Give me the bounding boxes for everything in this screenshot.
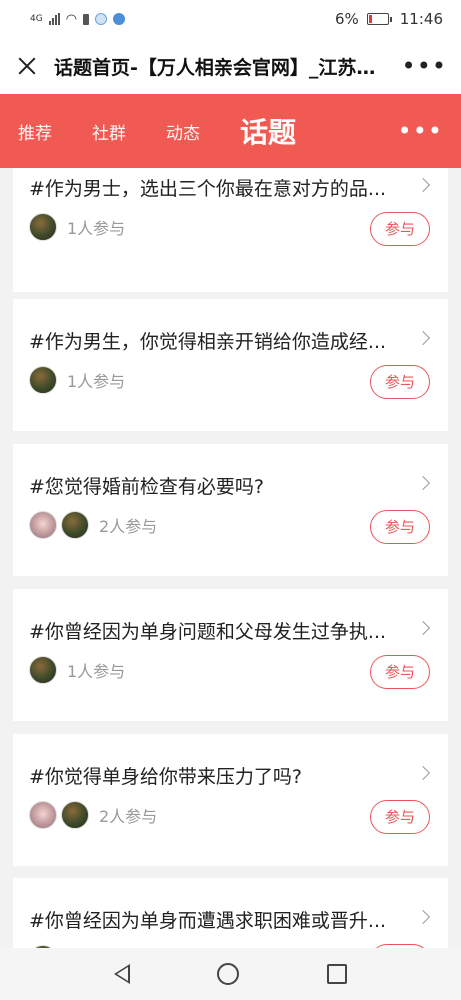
avatar [29,213,57,241]
app-notification-icon [95,13,108,25]
status-right: 6% 11:46 [335,10,443,28]
tab-community[interactable]: 社群 [92,119,126,144]
topic-title[interactable]: #作为男生，你觉得相亲开销给你造成经... [29,327,399,354]
section-nav: 推荐 社群 动态 话题 ••• [0,94,461,168]
avatar [29,801,57,829]
participant-count: 1人参与 [67,372,126,391]
avatar [29,366,57,394]
battery-percent: 6% [334,10,359,28]
chevron-right-icon [415,475,431,491]
join-button[interactable]: 参与 [370,800,430,834]
join-button[interactable]: 参与 [370,365,430,399]
topic-title[interactable]: #你曾经因为单身而遭遇求职困难或晋升... [29,906,399,933]
network-type: 4G [30,14,43,24]
home-icon[interactable] [217,963,240,985]
signal-icon [48,13,60,25]
join-button[interactable]: 参与 [370,655,430,689]
participant-row: 1人参与 [29,213,125,241]
participant-count: 2人参与 [99,807,158,826]
participant-count: 1人参与 [67,662,126,681]
join-button[interactable]: 参与 [370,510,430,544]
topic-list: #作为男士，选出三个你最在意对方的品... 1人参与 参与 #作为男生，你觉得相… [0,168,461,948]
topic-card[interactable]: #你曾经因为单身问题和父母发生过争执... 1人参与 参与 [13,589,448,721]
participant-count: 1人参与 [67,219,126,238]
topic-title[interactable]: #作为男士，选出三个你最在意对方的品... [29,174,399,201]
recent-apps-icon[interactable] [327,964,348,984]
topic-card[interactable]: #你觉得单身给你带来压力了吗? 2人参与 参与 [13,734,448,866]
participant-row: 2人参与 [29,511,157,539]
avatar [61,511,89,539]
page-title: 话题首页-【万人相亲会官网】_江苏广电... [54,56,394,79]
chevron-right-icon [415,765,431,781]
avatar [29,656,57,684]
topic-title[interactable]: #您觉得婚前检查有必要吗? [29,472,399,499]
close-icon[interactable] [14,53,40,79]
app-notification-icon-2 [113,13,126,25]
avatar [29,511,57,539]
battery-saver-icon [83,13,90,25]
tab-topics[interactable]: 话题 [240,111,296,151]
browser-title-bar: 话题首页-【万人相亲会官网】_江苏广电... ••• [0,38,461,94]
battery-icon [366,13,392,25]
participant-count: 2人参与 [99,517,158,536]
status-bar: 4G ◠ 6% 11:46 [0,0,461,38]
tab-feed[interactable]: 动态 [166,119,200,144]
topic-card[interactable]: #作为男士，选出三个你最在意对方的品... 1人参与 参与 [13,168,448,292]
chevron-right-icon [415,177,431,193]
topic-card[interactable]: #您觉得婚前检查有必要吗? 2人参与 参与 [13,444,448,576]
avatar [61,801,89,829]
chevron-right-icon [415,620,431,636]
clock: 11:46 [399,10,443,28]
wifi-icon: ◠ [65,11,78,27]
topic-title[interactable]: #你觉得单身给你带来压力了吗? [29,762,399,789]
system-navigation-bar [0,948,461,1000]
join-button[interactable]: 参与 [370,212,430,246]
chevron-right-icon [415,909,431,925]
topic-card[interactable]: #作为男生，你觉得相亲开销给你造成经... 1人参与 参与 [13,299,448,431]
participant-row: 1人参与 [29,366,125,394]
back-icon[interactable] [113,964,130,984]
more-icon[interactable]: ••• [398,117,443,145]
chevron-right-icon [415,330,431,346]
topic-title[interactable]: #你曾经因为单身问题和父母发生过争执... [29,617,399,644]
participant-row: 1人参与 [29,656,125,684]
topic-card[interactable]: #你曾经因为单身而遭遇求职困难或晋升... 参与 [13,878,448,948]
status-left: 4G ◠ [30,11,126,27]
more-icon[interactable]: ••• [402,52,447,80]
tab-recommend[interactable]: 推荐 [18,119,52,144]
participant-row: 2人参与 [29,801,157,829]
